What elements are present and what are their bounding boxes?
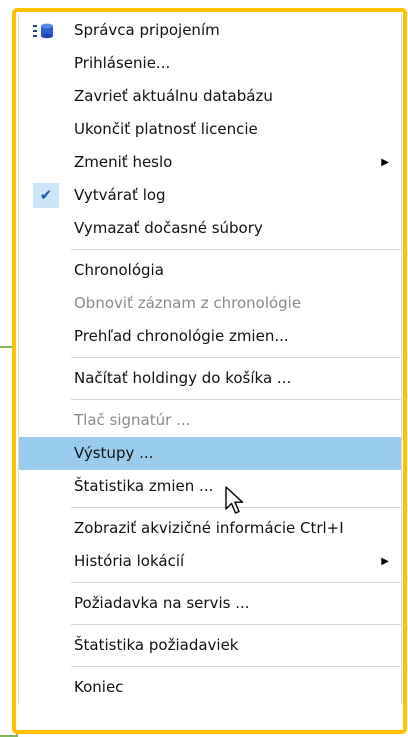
menu-item-label: Správca pripojením [74,21,220,39]
menu-separator [71,357,401,358]
menu-item-chronology[interactable]: Chronológia [19,254,401,287]
submenu-arrow-icon: ▶ [381,157,389,168]
menu-item-label: Načítať holdingy do košíka ... [74,369,292,387]
menu-item-label: Prehľad chronológie zmien... [74,327,289,345]
menu-separator [71,666,401,667]
menu-separator [71,624,401,625]
menu-item-delete-temp-files[interactable]: Vymazať dočasné súbory [19,212,401,245]
menu-item-load-holdings[interactable]: Načítať holdingy do košíka ... [19,362,401,395]
menu-item-restore-from-chronology: Obnoviť záznam z chronológie [19,287,401,320]
menu-separator [71,249,401,250]
menu-item-service-request[interactable]: Požiadavka na servis ... [19,587,401,620]
menu-item-label: Zobraziť akvizičné informácie Ctrl+I [74,519,344,537]
menu-item-label: Zavrieť aktuálnu databázu [74,87,273,105]
menu-item-acquisition-info[interactable]: Zobraziť akvizičné informácie Ctrl+I [19,512,401,545]
database-connection-icon [33,23,53,39]
menu-item-label: Prihlásenie... [74,54,171,72]
menu-item-exit[interactable]: Koniec [19,671,401,704]
menu-item-label: Výstupy ... [74,444,154,462]
menu-item-change-statistics[interactable]: Štatistika zmien ... [19,470,401,503]
menu-item-label: Vytvárať log [74,186,166,204]
menu-item-login[interactable]: Prihlásenie... [19,47,401,80]
menu-item-create-log[interactable]: ✔ Vytvárať log [19,179,401,212]
menu-separator [71,582,401,583]
context-menu: Správca pripojením Prihlásenie... Zavrie… [18,14,402,704]
menu-item-label: Tlač signatúr ... [74,411,191,429]
menu-item-label: Obnoviť záznam z chronológie [74,294,302,312]
menu-item-label: Koniec [74,678,124,696]
menu-item-label: Štatistika zmien ... [74,477,214,495]
menu-item-print-signatures: Tlač signatúr ... [19,404,401,437]
mouse-pointer-icon [225,486,244,514]
menu-item-change-password[interactable]: Zmeniť heslo ▶ [19,146,401,179]
menu-item-label: Požiadavka na servis ... [74,594,250,612]
menu-item-outputs[interactable]: Výstupy ... [19,437,401,470]
menu-item-label: Ukončiť platnosť licencie [74,120,258,138]
menu-item-label: Štatistika požiadaviek [74,636,239,654]
submenu-arrow-icon: ▶ [381,556,389,567]
menu-item-location-history[interactable]: História lokácií ▶ [19,545,401,578]
menu-item-label: Zmeniť heslo [74,153,173,171]
menu-item-label: Vymazať dočasné súbory [74,219,263,237]
menu-item-end-license[interactable]: Ukončiť platnosť licencie [19,113,401,146]
menu-item-label: História lokácií [74,552,185,570]
menu-separator [71,399,401,400]
menu-item-close-database[interactable]: Zavrieť aktuálnu databázu [19,80,401,113]
menu-item-label: Chronológia [74,261,164,279]
checkmark-icon: ✔ [33,183,59,208]
menu-item-request-statistics[interactable]: Štatistika požiadaviek [19,629,401,662]
menu-item-connection-manager[interactable]: Správca pripojením [19,14,401,47]
menu-item-chronology-overview[interactable]: Prehľad chronológie zmien... [19,320,401,353]
